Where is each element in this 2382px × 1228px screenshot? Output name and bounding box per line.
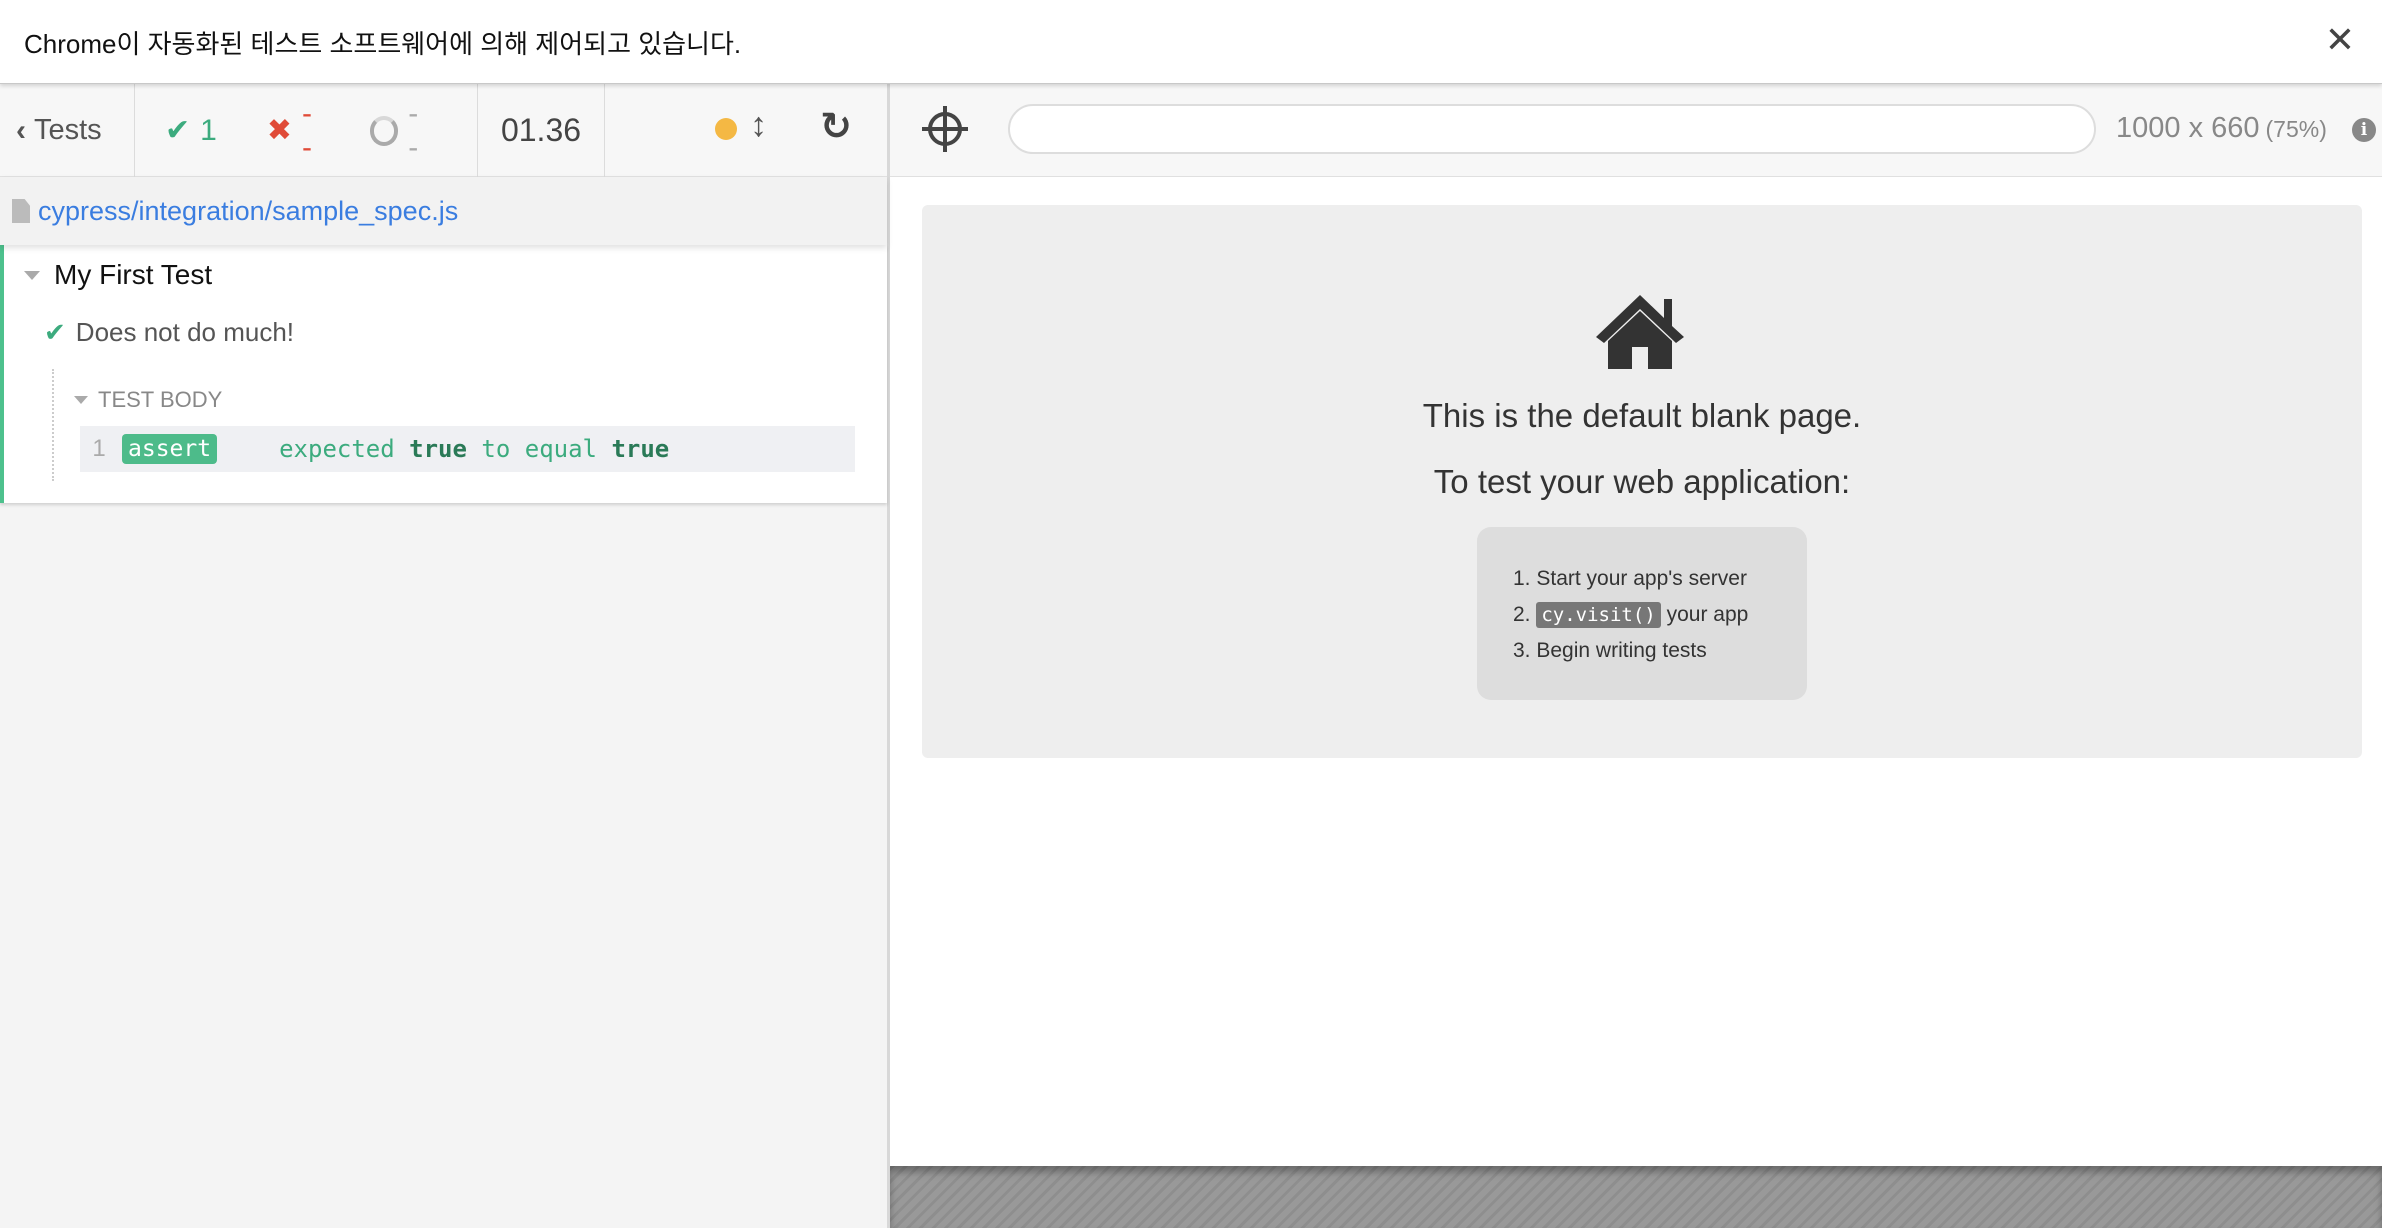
pending-stat: --: [369, 96, 427, 165]
step-item: 3. Begin writing tests: [1513, 633, 1807, 669]
step-text: your app: [1666, 603, 1749, 626]
runner-panel: 1000 x 660 (75%) i This is the default bl…: [890, 84, 2382, 1228]
file-icon: [12, 199, 30, 223]
rerun-tests-icon[interactable]: ↻: [820, 104, 852, 149]
x-icon: ✖: [266, 114, 292, 147]
check-icon: ✔: [165, 114, 191, 147]
step-number: 3.: [1513, 639, 1531, 662]
step-text: Begin writing tests: [1536, 639, 1707, 662]
passed-stat: ✔ 1: [165, 113, 217, 148]
aut-overflow-area: [890, 1166, 2382, 1228]
step-text: Start your app's server: [1536, 567, 1747, 590]
failed-count: --: [301, 96, 312, 164]
step-number: 2.: [1513, 603, 1531, 626]
msg-value: true: [611, 435, 670, 463]
command-message: expected true to equal true: [279, 435, 669, 463]
test-title-text: Does not do much!: [75, 317, 295, 347]
tests-button[interactable]: ‹ Tests: [0, 84, 135, 177]
test-body-header[interactable]: TEST BODY: [74, 387, 222, 413]
test-body-label: TEST BODY: [98, 387, 223, 412]
steps-box: 1. Start your app's server 2. cy.visit()…: [1477, 527, 1807, 700]
close-icon[interactable]: ✕: [2320, 20, 2360, 60]
selector-playground-crosshair-icon[interactable]: [922, 106, 968, 152]
test-body: TEST BODY 1 assert expected true to equa…: [52, 369, 855, 481]
automation-infobar-text: Chrome이 자동화된 테스트 소프트웨어에 의해 제어되고 있습니다.: [24, 29, 742, 59]
msg-value: true: [409, 435, 467, 463]
pending-count: --: [408, 96, 419, 164]
runner-header: 1000 x 660 (75%) i: [890, 84, 2382, 177]
viewport-scale: (75%): [2265, 116, 2327, 142]
automation-infobar: Chrome이 자동화된 테스트 소프트웨어에 의해 제어되고 있습니다. ✕: [0, 0, 2382, 84]
check-icon: ✔: [44, 317, 66, 347]
running-status-dot-icon: [715, 118, 737, 140]
suite-title-text: My First Test: [54, 259, 213, 290]
blank-page-title: This is the default blank page.: [1422, 397, 1862, 434]
command-number: 1: [92, 435, 106, 462]
spec-file-link[interactable]: cypress/integration/sample_spec.js: [38, 196, 458, 227]
home-icon: [1596, 295, 1684, 369]
blank-page-subtitle: To test your web application:: [1433, 463, 1851, 500]
auto-scroll-toggle-icon[interactable]: ↕: [750, 106, 767, 145]
caret-down-icon: [74, 396, 88, 404]
app-under-test-frame: This is the default blank page. To test …: [922, 205, 2362, 758]
url-input[interactable]: [1008, 104, 2096, 154]
info-icon[interactable]: i: [2352, 118, 2376, 142]
msg-part: to equal: [481, 435, 597, 463]
test-suite: My First Test ✔ Does not do much! TEST B…: [0, 245, 887, 503]
suite-title[interactable]: My First Test: [24, 259, 212, 291]
step-item: 1. Start your app's server: [1513, 561, 1807, 597]
caret-down-icon: [24, 270, 40, 280]
spec-file-bar: cypress/integration/sample_spec.js: [0, 177, 887, 245]
chevron-left-icon: ‹: [16, 113, 26, 147]
stats: ✔ 1 ✖ -- --: [135, 84, 478, 177]
step-code: cy.visit(): [1536, 602, 1661, 628]
pending-ring-icon: [369, 115, 399, 146]
test-title[interactable]: ✔ Does not do much!: [44, 317, 294, 348]
command-row[interactable]: 1 assert expected true to equal true: [80, 426, 855, 472]
viewport-info: 1000 x 660 (75%): [2116, 112, 2327, 145]
passed-count: 1: [200, 113, 217, 147]
failed-stat: ✖ --: [267, 97, 320, 165]
msg-part: expected: [279, 435, 395, 463]
step-item: 2. cy.visit() your app: [1513, 597, 1807, 633]
reporter-panel: ‹ Tests ✔ 1 ✖ -- -- 01.36 ↕ ↻ cypress/in…: [0, 84, 890, 1228]
step-number: 1.: [1513, 567, 1531, 590]
viewport-size: 1000 x 660: [2116, 112, 2260, 144]
command-name: assert: [122, 434, 218, 464]
tests-label: Tests: [34, 114, 102, 146]
duration: 01.36: [478, 84, 605, 177]
